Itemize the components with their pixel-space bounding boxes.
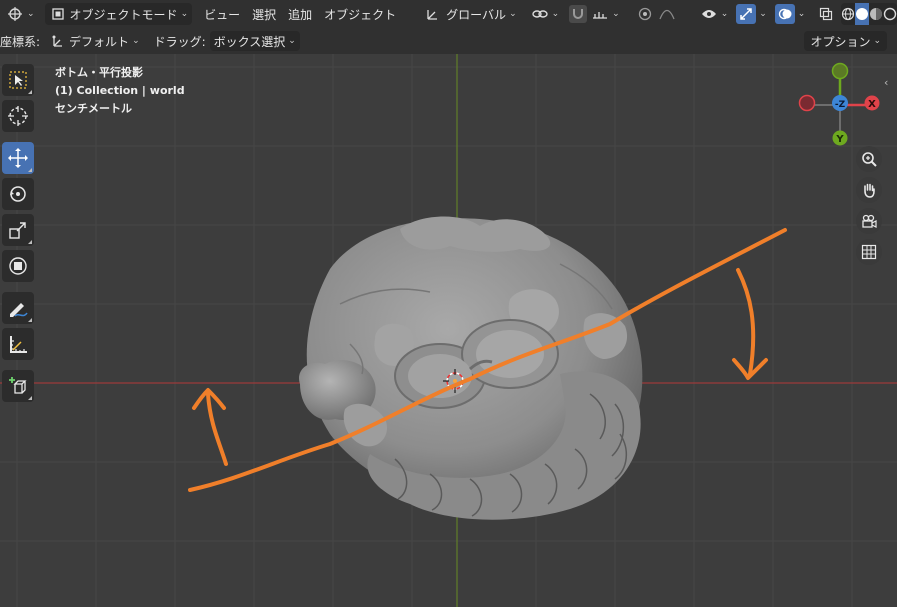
cursor-icon <box>8 106 28 126</box>
snap-toggle[interactable]: ⌄ <box>565 3 624 25</box>
editor-type-icon <box>6 5 24 23</box>
chevron-down-icon: ⌄ <box>759 9 767 19</box>
eye-icon <box>700 5 718 23</box>
move-tool[interactable] <box>2 142 34 174</box>
chevron-down-icon: ⌄ <box>873 36 881 46</box>
orientation-label: グローバル <box>446 7 507 22</box>
chevron-down-icon: ⌄ <box>509 9 517 19</box>
gizmo-neg-x <box>798 94 816 112</box>
coord-system-value: デフォルト <box>69 34 130 49</box>
chevron-down-icon: ⌄ <box>551 9 560 19</box>
xray-icon <box>817 5 835 23</box>
shading-mode-group <box>841 3 897 25</box>
drag-value: ボックス選択 <box>213 34 286 49</box>
menu-object[interactable]: オブジェクト <box>318 3 402 25</box>
drag-dropdown[interactable]: ボックス選択 ⌄ <box>209 31 300 51</box>
chevron-down-icon: ⌄ <box>27 9 35 19</box>
gizmo-icon <box>736 4 757 24</box>
tool-settings-bar: 座標系: デフォルト ⌄ ドラッグ: ボックス選択 ⌄ オプション ⌄ <box>0 28 897 54</box>
gizmo-toggle[interactable]: ⌄ <box>732 3 771 25</box>
add-cube-tool[interactable] <box>2 370 34 402</box>
camera-icon[interactable] <box>856 208 882 234</box>
coord-system-label: 座標系: <box>0 34 41 49</box>
visibility-dropdown[interactable]: ⌄ <box>696 3 733 25</box>
3d-viewport[interactable]: ボトム・平行投影 (1) Collection | world センチメートル <box>0 54 897 607</box>
overlays-icon <box>774 4 795 24</box>
options-dropdown[interactable]: オプション ⌄ <box>804 31 887 51</box>
wireframe-shading-icon[interactable] <box>841 3 855 25</box>
chevron-down-icon: ⌄ <box>612 9 620 19</box>
menu-add[interactable]: 追加 <box>282 3 318 25</box>
zoom-icon[interactable] <box>856 146 882 172</box>
object-mode-icon <box>49 5 67 23</box>
measure-tool[interactable] <box>2 328 34 360</box>
gizmo-neg-y <box>831 62 849 80</box>
viewport-scene <box>0 54 897 607</box>
menu-select[interactable]: 選択 <box>246 3 282 25</box>
link-icon <box>531 5 549 23</box>
solid-shading-icon[interactable] <box>855 3 870 25</box>
viewport-info: ボトム・平行投影 (1) Collection | world センチメートル <box>55 64 185 118</box>
select-box-tool[interactable] <box>2 64 34 96</box>
gizmo-z-label: -Z <box>835 100 846 110</box>
transform-pivot-icon <box>48 32 66 50</box>
measure-ruler-icon <box>10 336 27 353</box>
options-label: オプション <box>810 34 871 49</box>
transform-icon <box>9 257 27 275</box>
chevron-down-icon: ⌄ <box>720 9 729 19</box>
material-shading-icon[interactable] <box>869 3 883 25</box>
sidebar-expand-arrow[interactable]: ‹ <box>884 76 894 92</box>
units-info: センチメートル <box>55 102 132 115</box>
menu-view[interactable]: ビュー <box>198 3 246 25</box>
magnet-icon <box>569 5 588 23</box>
add-cube-icon <box>9 377 27 394</box>
xray-toggle[interactable] <box>813 3 839 25</box>
annotate-tool[interactable] <box>2 292 34 324</box>
chevron-down-icon: ⌄ <box>288 36 296 46</box>
chevron-down-icon: ⌄ <box>132 36 140 46</box>
pivot-point-dropdown[interactable]: ⌄ <box>527 3 564 25</box>
scale-icon <box>9 222 26 239</box>
overlays-toggle[interactable]: ⌄ <box>771 3 810 25</box>
transform-orientation-dropdown[interactable]: グローバル ⌄ <box>420 3 520 25</box>
cursor-tool[interactable] <box>2 100 34 132</box>
rotate-tool[interactable] <box>2 178 34 210</box>
view-name: ボトム・平行投影 <box>55 66 143 79</box>
gizmo-y-label: Y <box>835 134 844 145</box>
rotate-icon <box>10 186 26 202</box>
drag-label: ドラッグ: <box>153 34 206 49</box>
gizmo-x-label: X <box>868 99 876 110</box>
snap-increment-icon <box>591 5 609 23</box>
tool-shelf <box>2 64 36 406</box>
sculpt-model <box>299 216 643 520</box>
hand-pan-icon[interactable] <box>856 177 882 203</box>
chevron-down-icon: ⌄ <box>180 9 189 19</box>
select-box-icon <box>9 71 27 89</box>
viewport-header: ⌄ オブジェクトモード ⌄ ビュー 選択 追加 オブジェクト グローバル ⌄ ⌄… <box>0 0 897 28</box>
move-icon <box>8 148 28 168</box>
coord-system-dropdown[interactable]: デフォルト ⌄ <box>44 31 144 51</box>
navigation-buttons <box>856 146 882 270</box>
mode-dropdown[interactable]: オブジェクトモード ⌄ <box>44 3 193 25</box>
rendered-shading-icon[interactable] <box>883 3 897 25</box>
falloff-curve-icon <box>658 5 676 23</box>
navigation-gizmo[interactable]: X Y -Z <box>795 60 885 150</box>
chevron-down-icon: ⌄ <box>797 9 806 19</box>
proportional-icon <box>636 5 654 23</box>
orientation-icon <box>424 5 442 23</box>
scale-tool[interactable] <box>2 214 34 246</box>
annotate-pencil-icon <box>10 303 28 317</box>
proportional-edit-toggle[interactable] <box>632 3 680 25</box>
editor-type-button[interactable]: ⌄ <box>2 3 39 25</box>
transform-tool[interactable] <box>2 250 34 282</box>
grid-icon[interactable] <box>856 239 882 265</box>
mode-label: オブジェクトモード <box>69 7 178 22</box>
collection-info: (1) Collection | world <box>55 84 185 97</box>
